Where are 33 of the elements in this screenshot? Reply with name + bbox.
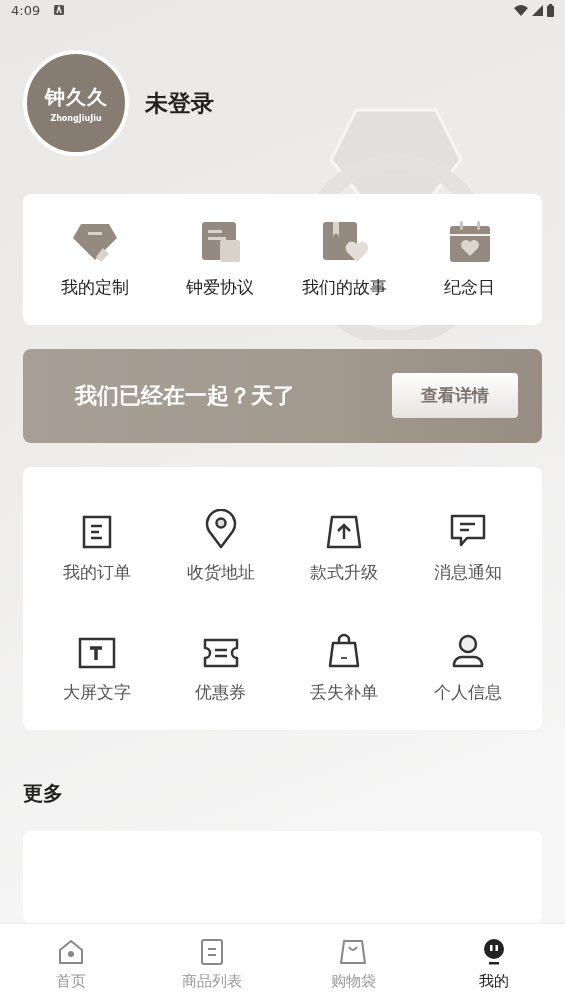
service-label: 大屏文字 [62, 681, 131, 705]
view-details-button[interactable]: 查看详情 [392, 373, 518, 419]
service-label: 丢失补单 [310, 681, 379, 705]
tab[interactable]: 购物袋 [282, 924, 424, 1004]
feature-label: 我的定制 [61, 276, 130, 300]
service-label: 消息通知 [434, 561, 503, 585]
user-name[interactable]: 未登录 [145, 87, 214, 119]
ticket-icon[interactable] [201, 637, 240, 670]
feature-label: 钟爱协议 [186, 276, 255, 300]
service-label: 个人信息 [434, 681, 503, 705]
tab[interactable]: 首页 [0, 924, 142, 1004]
feature-label: 纪念日 [444, 276, 496, 300]
service-label: 款式升级 [310, 561, 379, 585]
tab[interactable]: 我的 [423, 924, 565, 1004]
text-frame-icon[interactable] [77, 637, 116, 670]
notification-icon [54, 5, 65, 16]
status-time: 4:09 [11, 2, 41, 18]
service-label: 收货地址 [186, 561, 255, 585]
wifi-icon [514, 4, 528, 16]
shopping-bag-icon[interactable] [327, 633, 362, 670]
location-pin-icon[interactable] [203, 509, 238, 550]
service-label: 优惠券 [195, 681, 247, 705]
feature-label: 我们的故事 [302, 276, 388, 300]
battery-icon [547, 3, 554, 17]
brand-logo: 钟久久 ZhongJiuJiu [23, 50, 129, 157]
tab[interactable]: 商品列表 [141, 924, 283, 1004]
section-title: 更多 [23, 779, 64, 807]
home-icon [56, 937, 85, 966]
banner-text: 我们已经在一起？天了 [75, 381, 295, 410]
signal-icon [532, 4, 543, 16]
upload-box-icon[interactable] [325, 515, 364, 550]
service-label: 我的订单 [62, 561, 131, 585]
shopping-bag-icon [339, 937, 368, 966]
